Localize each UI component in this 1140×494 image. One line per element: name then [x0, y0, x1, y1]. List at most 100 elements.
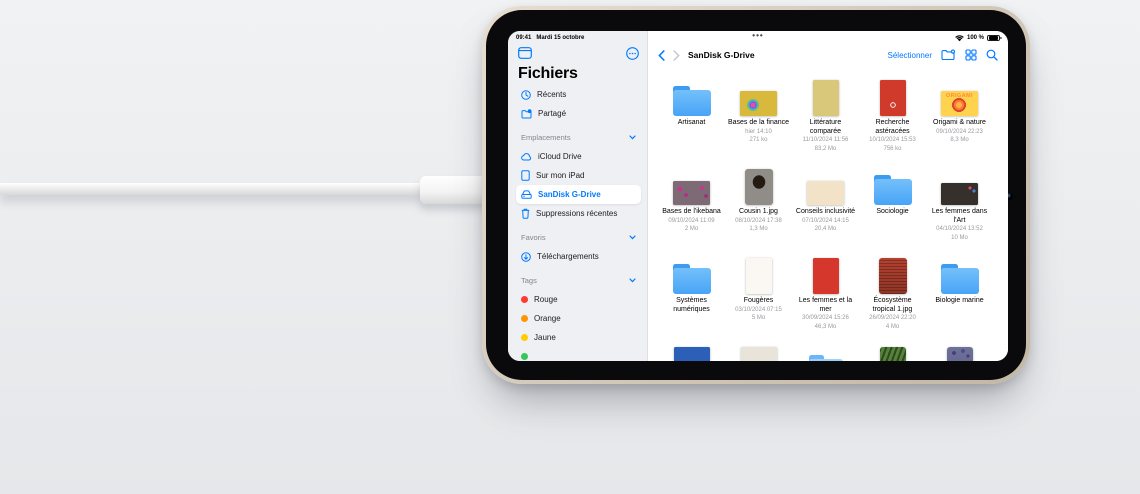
- ellipsis-circle-icon[interactable]: [626, 47, 639, 60]
- sidebar-item-recents[interactable]: Récents: [516, 85, 641, 104]
- file-name: Les femmes dans l'Art: [929, 208, 991, 225]
- tag-dot-red: [521, 296, 528, 303]
- file-browser-content: SanDisk G-Drive Sélectionner: [648, 31, 1008, 361]
- file-item[interactable]: [859, 343, 926, 361]
- sidebar-item-label: Récents: [537, 90, 566, 99]
- hide-sidebar-icon[interactable]: [518, 47, 532, 59]
- app-title: Fichiers: [518, 65, 641, 83]
- file-item[interactable]: Écosystème tropical 1.jpg 26/09/2024 22:…: [859, 254, 926, 343]
- file-item[interactable]: ZINNIA ELEGANS Recherche astéracées 10/1…: [859, 76, 926, 165]
- sidebar-item-label: Partagé: [538, 109, 566, 118]
- cloud-icon: [521, 153, 532, 161]
- file-size: 10 Mo: [951, 235, 968, 243]
- folder-icon: [673, 86, 711, 116]
- sidebar-item-label: Rouge: [534, 295, 558, 304]
- file-item[interactable]: [926, 343, 993, 361]
- folder-icon: [874, 175, 912, 205]
- file-name: Bases de l'ikebana: [662, 208, 721, 217]
- photo-thumbnail: [879, 258, 907, 294]
- file-name: Écosystème tropical 1.jpg: [862, 297, 924, 314]
- sidebar-item-icloud-drive[interactable]: iCloud Drive: [516, 147, 641, 166]
- file-item[interactable]: Conseils inclusivité 07/10/2024 14:15 20…: [792, 165, 859, 254]
- sidebar-section-emplacements[interactable]: Emplacements: [516, 128, 641, 147]
- photo-thumbnail: [880, 347, 906, 361]
- file-size: 2 Mo: [685, 226, 698, 234]
- sidebar-item-sandisk-g-drive[interactable]: SanDisk G-Drive: [516, 185, 641, 204]
- document-thumbnail: [740, 91, 777, 116]
- file-size: 4 Mo: [886, 324, 899, 332]
- file-name: Recherche astéracées: [862, 119, 924, 136]
- file-item[interactable]: Sociologie: [859, 165, 926, 254]
- tag-dot-orange: [521, 315, 528, 322]
- sidebar-item-label: iCloud Drive: [538, 152, 582, 161]
- sidebar-item-tag-rouge[interactable]: Rouge: [516, 290, 641, 309]
- document-thumbnail: [746, 258, 772, 294]
- sidebar-item-label: Jaune: [534, 333, 556, 342]
- file-size: 756 ko: [883, 146, 901, 154]
- folder-icon: [941, 264, 979, 294]
- file-name: Systèmes numériques: [661, 297, 723, 314]
- shared-folder-icon: [521, 109, 532, 119]
- multitasking-handle[interactable]: •••: [508, 31, 1008, 41]
- file-item[interactable]: ORIGAMI Origami & nature 09/10/2024 22:2…: [926, 76, 993, 165]
- folder-icon: [809, 355, 843, 361]
- file-item[interactable]: [792, 343, 859, 361]
- sidebar-item-tag-jaune[interactable]: Jaune: [516, 328, 641, 347]
- file-date: hier 14:10: [745, 129, 772, 137]
- file-item[interactable]: Biologie marine: [926, 254, 993, 343]
- sidebar: Fichiers Récents Partagé Emplacements: [508, 31, 648, 361]
- sidebar-item-tag-partial[interactable]: [516, 347, 641, 361]
- usb-cable: [0, 183, 424, 195]
- file-date: 26/09/2024 22:20: [869, 315, 916, 323]
- sidebar-item-sur-mon-ipad[interactable]: Sur mon iPad: [516, 166, 641, 185]
- sidebar-section-tags[interactable]: Tags: [516, 271, 641, 290]
- usb-connector: [420, 176, 486, 204]
- file-item[interactable]: Artisanat: [658, 76, 725, 165]
- file-name: Littérature comparée: [795, 119, 857, 136]
- cover-art-text: ORIGAMI: [941, 93, 978, 99]
- ipad-icon: [521, 170, 530, 181]
- file-date: 09/10/2024 22:23: [936, 129, 983, 137]
- file-size: 8,3 Mo: [950, 137, 968, 145]
- document-thumbnail: ORIGAMI: [941, 91, 978, 116]
- photo-thumbnail: [745, 169, 773, 205]
- file-item[interactable]: Bases de la finance hier 14:10 271 ko: [725, 76, 792, 165]
- chevron-down-icon: [629, 278, 636, 283]
- sidebar-section-favoris[interactable]: Favoris: [516, 228, 641, 247]
- sidebar-item-telechargements[interactable]: Téléchargements: [516, 247, 641, 266]
- sidebar-item-shared[interactable]: Partagé: [516, 104, 641, 123]
- file-item[interactable]: Cousin 1.jpg 08/10/2024 17:38 1,3 Mo: [725, 165, 792, 254]
- file-item[interactable]: Les femmes dans l'Art 04/10/2024 13:52 1…: [926, 165, 993, 254]
- trash-icon: [521, 208, 530, 219]
- external-drive-icon: [521, 190, 532, 199]
- download-icon: [521, 252, 531, 262]
- section-label: Tags: [521, 276, 537, 285]
- document-thumbnail: [807, 181, 844, 205]
- file-item[interactable]: [658, 343, 725, 361]
- file-date: 09/10/2024 11:09: [668, 218, 714, 226]
- folder-icon: [673, 264, 711, 294]
- ipad-screen: 09:41 Mardi 15 octobre 100 % •••: [508, 31, 1008, 361]
- file-name: Biologie marine: [935, 297, 983, 306]
- sidebar-item-tag-orange[interactable]: Orange: [516, 309, 641, 328]
- file-item[interactable]: Les femmes et la mer 30/09/2024 15:26 46…: [792, 254, 859, 343]
- tag-dot-yellow: [521, 334, 528, 341]
- file-grid: Artisanat Bases de la finance hier 14:10…: [648, 31, 1008, 361]
- file-size: 1,3 Mo: [749, 226, 767, 234]
- file-item[interactable]: Systèmes numériques: [658, 254, 725, 343]
- ipad-device: 09:41 Mardi 15 octobre 100 % •••: [482, 6, 1030, 384]
- section-label: Emplacements: [521, 133, 571, 142]
- file-name: Sociologie: [876, 208, 908, 217]
- file-item[interactable]: [725, 343, 792, 361]
- file-name: Conseils inclusivité: [796, 208, 855, 217]
- file-date: 03/10/2024 07:15: [735, 307, 782, 315]
- file-item[interactable]: Fougères 03/10/2024 07:15 5 Mo: [725, 254, 792, 343]
- file-item[interactable]: Bases de l'ikebana 09/10/2024 11:09 2 Mo: [658, 165, 725, 254]
- file-date: 10/10/2024 15:53: [869, 137, 916, 145]
- chevron-down-icon: [629, 235, 636, 240]
- file-size: 46,3 Mo: [815, 324, 837, 332]
- file-item[interactable]: Littérature comparée 11/10/2024 11:56 83…: [792, 76, 859, 165]
- photo-thumbnail: [947, 347, 973, 361]
- file-date: 08/10/2024 17:38: [735, 218, 782, 226]
- sidebar-item-suppressions-recentes[interactable]: Suppressions récentes: [516, 204, 641, 223]
